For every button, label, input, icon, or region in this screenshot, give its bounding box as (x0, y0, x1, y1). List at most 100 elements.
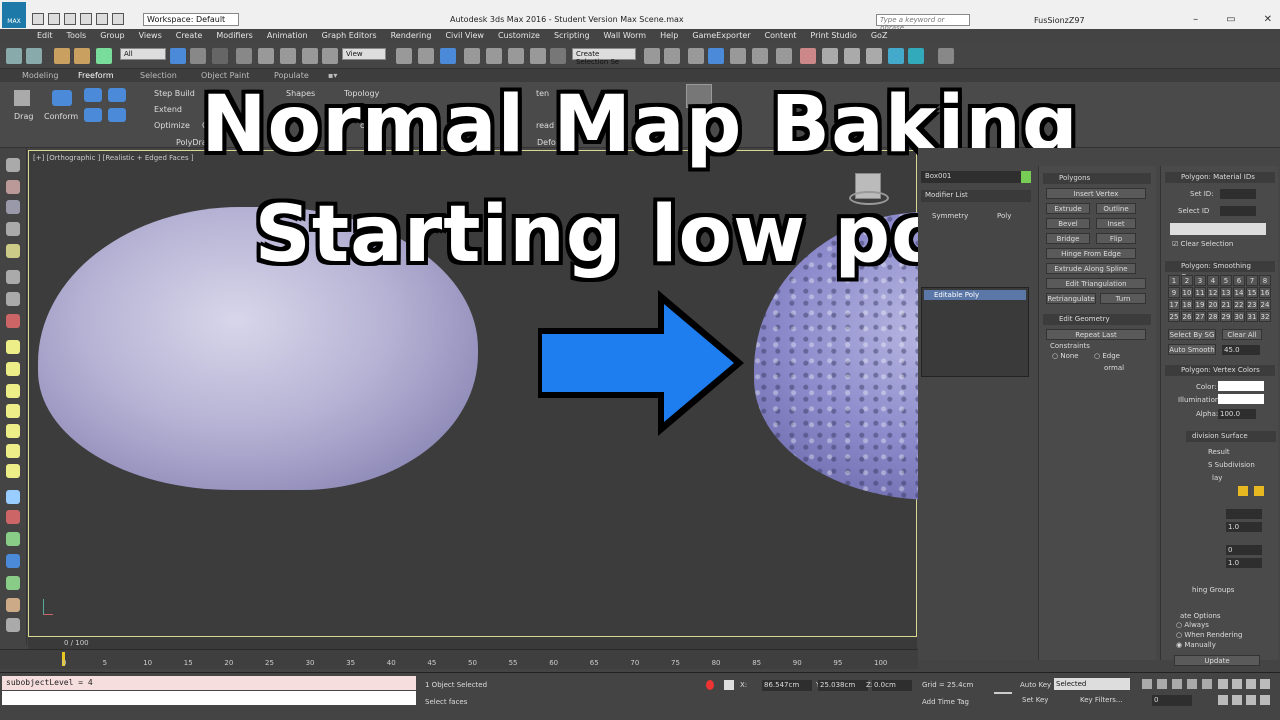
smoothing-group-button[interactable]: 28 (1207, 311, 1219, 322)
mirror-icon[interactable] (644, 48, 660, 64)
cylinder-icon[interactable] (6, 384, 20, 398)
spinner-snap-icon[interactable] (530, 48, 546, 64)
percent-snap-icon[interactable] (508, 48, 524, 64)
show-cage-result[interactable]: Result (1208, 448, 1230, 456)
material-ids-rollout[interactable]: Polygon: Material IDs (1165, 172, 1275, 183)
smoothing-group-button[interactable]: 7 (1246, 275, 1258, 286)
rendered-frame-window-icon[interactable] (844, 48, 860, 64)
turn-button[interactable]: Turn (1100, 293, 1146, 304)
undo-icon[interactable] (6, 48, 22, 64)
stack-item-editable-poly[interactable]: Editable Poly (924, 290, 1026, 300)
update-button[interactable]: Update (1174, 655, 1260, 666)
smoothing-group-button[interactable]: 23 (1246, 299, 1258, 310)
material-name-dropdown[interactable] (1170, 223, 1266, 235)
key-filters-button[interactable]: Key Filters... (1080, 696, 1123, 704)
vertex-color-swatch[interactable] (1218, 381, 1264, 391)
material-editor-icon[interactable] (800, 48, 816, 64)
redo-icon[interactable] (26, 48, 42, 64)
smoothing-group-button[interactable]: 9 (1168, 287, 1180, 298)
outline-button[interactable]: Outline (1096, 203, 1136, 214)
rotate-icon[interactable] (280, 48, 296, 64)
symmetry-button[interactable]: Symmetry (932, 212, 968, 220)
zoom-extents-all-icon[interactable] (1260, 679, 1270, 689)
teapot-icon[interactable] (6, 464, 20, 478)
smoothing-group-button[interactable]: 30 (1233, 311, 1245, 322)
modifier-stack[interactable]: Editable Poly (921, 287, 1029, 377)
clear-selection-checkbox[interactable]: ☑ Clear Selection (1172, 240, 1233, 248)
smoothing-group-button[interactable]: 22 (1233, 299, 1245, 310)
layer-explorer-icon[interactable] (708, 48, 724, 64)
smoothing-group-button[interactable]: 29 (1220, 311, 1232, 322)
y-coordinate-field[interactable]: 25.038cm (818, 680, 868, 691)
modifier-list-dropdown[interactable]: Modifier List (921, 190, 1031, 202)
menu-scripting[interactable]: Scripting (554, 29, 590, 43)
maximize-viewport-icon[interactable] (1260, 695, 1270, 705)
tool-icon[interactable] (6, 314, 20, 328)
render-production-icon[interactable] (866, 48, 882, 64)
reference-coordinate-dropdown[interactable]: View (342, 48, 386, 60)
keyboard-shortcut-icon[interactable] (440, 48, 456, 64)
pan-icon[interactable] (1232, 695, 1242, 705)
smoothing-group-button[interactable]: 4 (1207, 275, 1219, 286)
menu-graph-editors[interactable]: Graph Editors (322, 29, 377, 43)
tab-freeform[interactable]: Freeform (78, 71, 114, 80)
smoothing-group-button[interactable]: 5 (1220, 275, 1232, 286)
smoothing-group-button[interactable]: 18 (1181, 299, 1193, 310)
extrude-button[interactable]: Extrude (1046, 203, 1090, 214)
menu-create[interactable]: Create (176, 29, 203, 43)
constraint-normal-radio[interactable]: ormal (1104, 364, 1124, 372)
menu-customize[interactable]: Customize (498, 29, 540, 43)
box-icon[interactable] (6, 340, 20, 354)
render-iterations-spinner[interactable]: 0 (1226, 545, 1262, 555)
set-id-spinner[interactable] (1220, 189, 1256, 199)
hinge-from-edge-button[interactable]: Hinge From Edge (1046, 248, 1136, 259)
tool-icon[interactable] (6, 554, 20, 568)
smoothing-group-button[interactable]: 8 (1259, 275, 1271, 286)
edit-polygons-rollout[interactable]: Polygons (1043, 173, 1151, 184)
rectangular-selection-icon[interactable] (212, 48, 228, 64)
render-setup-icon[interactable] (822, 48, 838, 64)
menu-tools[interactable]: Tools (67, 29, 87, 43)
bridge-button[interactable]: Bridge (1046, 233, 1090, 244)
bind-space-warp-icon[interactable] (96, 48, 112, 64)
smoothing-group-button[interactable]: 16 (1259, 287, 1271, 298)
geosphere-icon[interactable] (6, 444, 20, 458)
project-folder-icon[interactable] (112, 13, 124, 25)
maximize-button[interactable]: ▭ (1226, 14, 1235, 25)
particle-icon[interactable] (6, 490, 20, 504)
cage-color-swatch[interactable] (1238, 486, 1248, 496)
smoothing-group-button[interactable]: 14 (1233, 287, 1245, 298)
smoothing-group-button[interactable]: 3 (1194, 275, 1206, 286)
insert-vertex-button[interactable]: Insert Vertex (1046, 188, 1146, 199)
undo-icon[interactable] (80, 13, 92, 25)
selection-lock-icon[interactable] (724, 680, 734, 690)
poly-tab[interactable]: Poly (997, 212, 1011, 220)
select-by-sg-button[interactable]: Select By SG (1168, 329, 1216, 340)
edit-named-selection-icon[interactable] (550, 48, 566, 64)
menu-content[interactable]: Content (765, 29, 797, 43)
constraint-edge-radio[interactable]: ○ Edge (1094, 352, 1120, 360)
snap-3d-icon[interactable] (464, 48, 480, 64)
smoothing-group-button[interactable]: 20 (1207, 299, 1219, 310)
set-key-button[interactable]: Set Key (1022, 696, 1048, 704)
smoothing-group-button[interactable]: 17 (1168, 299, 1180, 310)
smoothing-group-button[interactable]: 6 (1233, 275, 1245, 286)
isolate-selection-icon[interactable] (706, 680, 714, 690)
bevel-button[interactable]: Bevel (1046, 218, 1090, 229)
smoothing-group-button[interactable]: 31 (1246, 311, 1258, 322)
select-manipulate-icon[interactable] (418, 48, 434, 64)
smoothing-group-button[interactable]: 32 (1259, 311, 1271, 322)
extrude-along-spline-button[interactable]: Extrude Along Spline (1046, 263, 1136, 274)
open-file-icon[interactable] (48, 13, 60, 25)
curve-editor-icon[interactable] (752, 48, 768, 64)
orbit-icon[interactable] (1246, 695, 1256, 705)
auto-smooth-button[interactable]: Auto Smooth (1168, 344, 1216, 355)
smoothing-group-button[interactable]: 2 (1181, 275, 1193, 286)
smoothing-group-button[interactable]: 19 (1194, 299, 1206, 310)
workspace-dropdown[interactable]: Workspace: Default (143, 13, 239, 26)
select-id-button[interactable]: Select ID (1178, 207, 1209, 215)
window-crossing-icon[interactable] (236, 48, 252, 64)
illumination-swatch[interactable] (1218, 394, 1264, 404)
select-by-name-icon[interactable] (190, 48, 206, 64)
object-name-field[interactable]: Box001 (921, 171, 1021, 183)
